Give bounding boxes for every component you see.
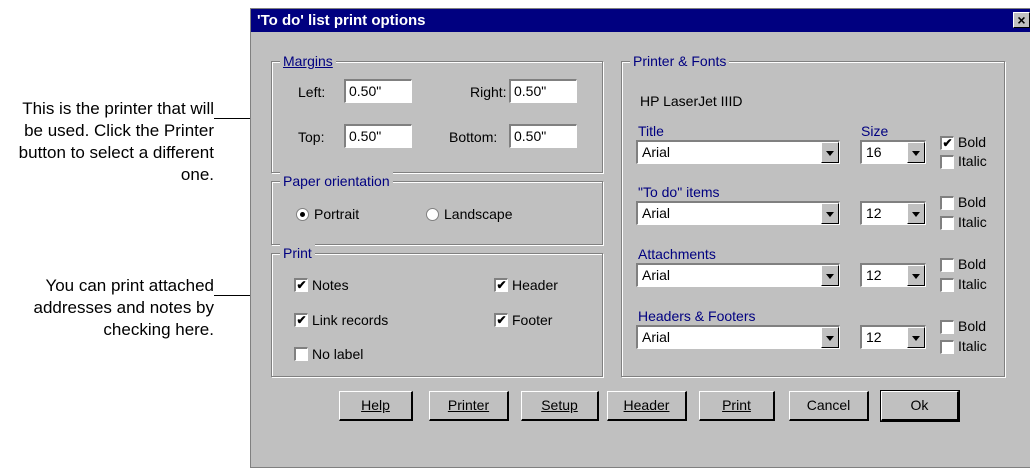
printer-button[interactable]: Printer: [429, 391, 509, 421]
top-margin-input[interactable]: 0.50": [344, 124, 412, 148]
footer-label[interactable]: Footer: [512, 311, 552, 329]
title-italic-checkbox[interactable]: [940, 155, 954, 169]
todo-items-italic-checkbox[interactable]: [940, 216, 954, 230]
todo-items-italic-label[interactable]: Italic: [958, 213, 987, 231]
notes-checkbox[interactable]: ✔: [294, 278, 308, 292]
right-margin-label: Right:: [470, 84, 507, 100]
headers-footers-size-value: 12: [866, 329, 882, 345]
headers-footers-italic-label[interactable]: Italic: [958, 337, 987, 355]
help-button-label: Help: [361, 397, 390, 413]
link-records-checkbox[interactable]: ✔: [294, 313, 308, 327]
printer-fonts-group: Printer & Fonts HP LaserJet IIID Size Ti…: [621, 52, 1005, 377]
paper-orientation-group: Paper orientation Portrait Landscape: [271, 172, 603, 245]
print-button[interactable]: Print: [699, 391, 775, 421]
print-button-label: Print: [722, 397, 751, 413]
chevron-down-icon[interactable]: [907, 203, 925, 224]
headers-footers-font-select[interactable]: Arial: [636, 325, 840, 349]
attachments-font-select[interactable]: Arial: [636, 263, 840, 287]
print-callout: You can print attached addresses and not…: [33, 276, 214, 339]
cancel-button-label: Cancel: [806, 397, 851, 413]
title-bold-checkbox[interactable]: ✔: [940, 136, 954, 150]
attachments-font-value: Arial: [642, 267, 671, 283]
todo-items-font-select[interactable]: Arial: [636, 201, 840, 225]
right-margin-input[interactable]: 0.50": [509, 79, 577, 103]
title-font-label: Title: [638, 123, 664, 139]
dialog-titlebar: 'To do' list print options: [251, 9, 1030, 32]
title-font-value: Arial: [642, 144, 671, 160]
print-options-dialog: 'To do' list print options × Margins Lef…: [250, 8, 1030, 468]
attachments-italic-label[interactable]: Italic: [958, 275, 987, 293]
bottom-margin-input[interactable]: 0.50": [509, 124, 577, 148]
printer-button-label: Printer: [447, 397, 490, 413]
left-margin-input[interactable]: 0.50": [344, 79, 412, 103]
chevron-down-icon[interactable]: [821, 265, 839, 286]
todo-items-size-value: 12: [866, 205, 882, 221]
title-bold-label[interactable]: Bold: [958, 133, 986, 151]
margins-group: Margins Left: 0.50" Right: 0.50" Top: 0.…: [271, 52, 603, 173]
top-margin-label: Top:: [298, 129, 325, 145]
portrait-radio[interactable]: [296, 208, 309, 221]
title-font-select[interactable]: Arial: [636, 140, 840, 164]
todo-items-size-select[interactable]: 12: [860, 201, 926, 225]
title-size-select[interactable]: 16: [860, 140, 926, 164]
link-records-label[interactable]: Link records: [312, 311, 388, 329]
attachments-font-label: Attachments: [638, 246, 716, 262]
printer-callout: This is the printer that will be used. C…: [18, 99, 214, 184]
chevron-down-icon[interactable]: [907, 142, 925, 163]
margins-legend: Margins: [280, 52, 336, 70]
no-label-label[interactable]: No label: [312, 345, 363, 363]
attachments-italic-checkbox[interactable]: [940, 278, 954, 292]
todo-items-font-label: "To do" items: [638, 184, 720, 200]
title-italic-label[interactable]: Italic: [958, 152, 987, 170]
no-label-checkbox[interactable]: [294, 347, 308, 361]
size-header: Size: [861, 123, 889, 139]
printer-fonts-legend: Printer & Fonts: [630, 52, 730, 70]
chevron-down-icon[interactable]: [821, 327, 839, 348]
setup-button[interactable]: Setup: [521, 391, 599, 421]
todo-items-font-value: Arial: [642, 205, 671, 221]
header-label[interactable]: Header: [512, 276, 558, 294]
todo-items-bold-checkbox[interactable]: [940, 196, 954, 210]
headers-footers-font-value: Arial: [642, 329, 671, 345]
headers-footers-bold-label[interactable]: Bold: [958, 317, 986, 335]
footer-checkbox[interactable]: ✔: [494, 313, 508, 327]
title-size-value: 16: [866, 144, 882, 160]
attachments-size-value: 12: [866, 267, 882, 283]
headers-footers-bold-checkbox[interactable]: [940, 320, 954, 334]
attachments-bold-checkbox[interactable]: [940, 258, 954, 272]
bottom-margin-label: Bottom:: [449, 129, 498, 145]
cancel-button[interactable]: Cancel: [789, 391, 869, 421]
landscape-label[interactable]: Landscape: [444, 205, 513, 223]
headers-footers-size-select[interactable]: 12: [860, 325, 926, 349]
chevron-down-icon[interactable]: [821, 203, 839, 224]
header-button-label: Header: [623, 397, 670, 413]
landscape-radio[interactable]: [426, 208, 439, 221]
paper-orientation-legend: Paper orientation: [280, 172, 393, 190]
print-group: Print ✔ Notes ✔ Link records No label ✔ …: [271, 244, 603, 377]
chevron-down-icon[interactable]: [821, 142, 839, 163]
todo-items-bold-label[interactable]: Bold: [958, 193, 986, 211]
ok-button[interactable]: Ok: [880, 390, 960, 422]
print-legend: Print: [280, 244, 315, 262]
attachments-size-select[interactable]: 12: [860, 263, 926, 287]
ok-button-label: Ok: [910, 397, 929, 413]
dialog-title: 'To do' list print options: [257, 12, 426, 29]
chevron-down-icon[interactable]: [907, 327, 925, 348]
setup-button-label: Setup: [541, 397, 578, 413]
portrait-label[interactable]: Portrait: [314, 205, 359, 223]
attachments-bold-label[interactable]: Bold: [958, 255, 986, 273]
header-button[interactable]: Header: [607, 391, 687, 421]
chevron-down-icon[interactable]: [907, 265, 925, 286]
notes-label[interactable]: Notes: [312, 276, 349, 294]
close-icon[interactable]: ×: [1013, 12, 1030, 28]
left-margin-label: Left:: [298, 84, 326, 100]
printer-name: HP LaserJet IIID: [640, 93, 743, 109]
help-button[interactable]: Help: [339, 391, 413, 421]
headers-footers-italic-checkbox[interactable]: [940, 340, 954, 354]
headers-footers-font-label: Headers & Footers: [638, 308, 756, 324]
header-checkbox[interactable]: ✔: [494, 278, 508, 292]
